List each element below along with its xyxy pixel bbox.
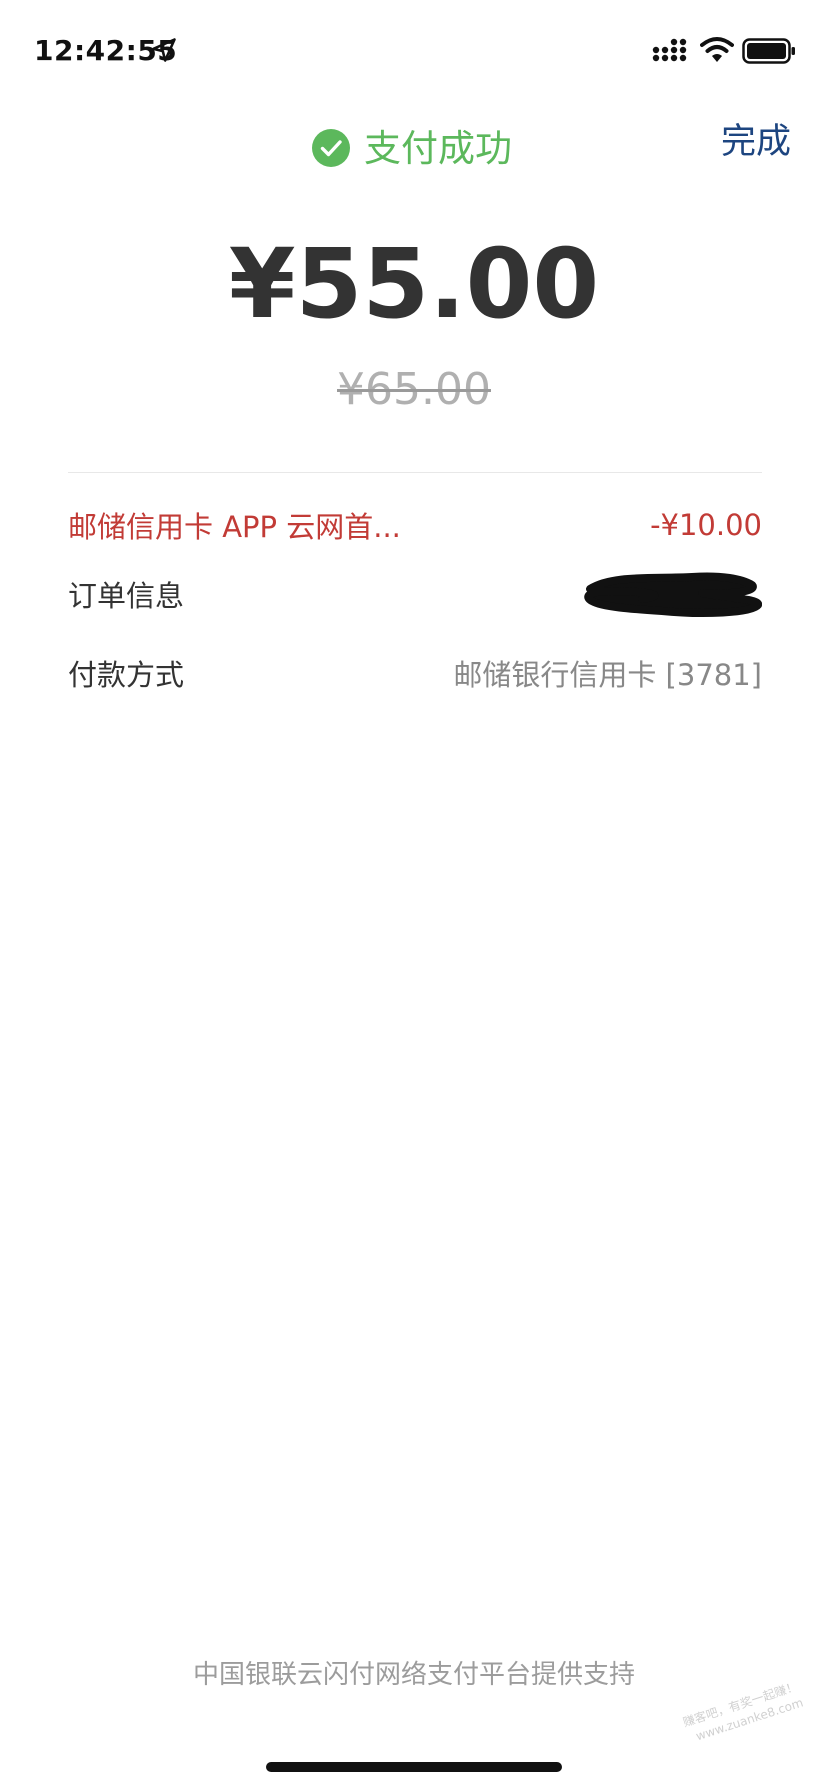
header: 支付成功 完成 [0, 100, 828, 200]
order-info-row: 订单信息 [68, 569, 762, 619]
location-arrow-icon [152, 38, 176, 62]
wifi-icon [700, 37, 734, 62]
original-amount: ¥65.00 [337, 364, 491, 415]
redacted-scribble [584, 572, 762, 617]
discount-label: 邮储信用卡 APP 云网首... [68, 510, 401, 544]
payment-method-row: 付款方式 邮储银行信用卡 [3781] [68, 648, 762, 698]
home-indicator[interactable] [266, 1762, 562, 1772]
payment-method-label: 付款方式 [68, 658, 185, 692]
watermark: 赚客吧，有奖一起赚！ www.zuanke8.com [652, 1678, 813, 1781]
check-circle-icon [312, 129, 350, 167]
success-text: 支付成功 [364, 126, 512, 170]
battery-icon [742, 38, 795, 64]
cellular-signal-icon [652, 38, 687, 62]
discount-value: -¥10.00 [650, 508, 762, 542]
footer-support-text: 中国银联云闪付网络支付平台提供支持 [192, 1660, 635, 1690]
payment-success-title: 支付成功 [312, 118, 512, 178]
paid-amount: ¥55.00 [228, 228, 600, 340]
payment-method-value: 邮储银行信用卡 [3781] [453, 658, 762, 692]
done-button[interactable]: 完成 [721, 120, 791, 166]
discount-row: 邮储信用卡 APP 云网首... -¥10.00 [68, 500, 762, 550]
order-info-label: 订单信息 [68, 579, 185, 613]
status-bar: 12:42:55 [0, 0, 828, 100]
divider [68, 472, 762, 473]
